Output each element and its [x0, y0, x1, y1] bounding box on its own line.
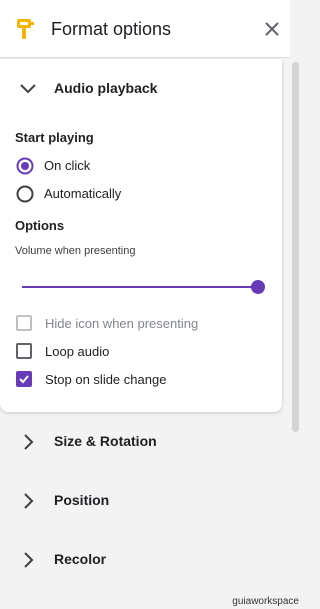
radio-on-click[interactable]: On click	[16, 155, 216, 177]
chevron-right-icon	[24, 493, 34, 509]
section-title: Position	[54, 492, 110, 508]
radio-selected-icon	[16, 157, 34, 175]
volume-slider[interactable]	[22, 279, 267, 295]
start-playing-label: Start playing	[15, 130, 94, 145]
radio-label: On click	[44, 158, 91, 173]
section-title: Recolor	[54, 551, 107, 567]
checkbox-icon	[16, 343, 32, 359]
options-label: Options	[15, 218, 65, 233]
audio-playback-card: Audio playback Start playing On click Au…	[0, 59, 282, 412]
panel-header: Format options	[0, 0, 290, 58]
radio-automatically[interactable]: Automatically	[16, 183, 216, 205]
slider-thumb[interactable]	[251, 280, 265, 294]
checkbox-icon	[16, 315, 32, 331]
section-title: Audio playback	[54, 80, 158, 96]
position-section-header[interactable]: Position	[0, 481, 290, 521]
checkbox-label: Stop on slide change	[45, 372, 167, 387]
watermark: guiaworkspace	[232, 596, 299, 607]
chevron-down-icon	[20, 84, 36, 94]
recolor-section-header[interactable]: Recolor	[0, 540, 290, 580]
slider-track	[22, 286, 256, 288]
scrollbar-thumb[interactable]	[292, 62, 299, 432]
radio-label: Automatically	[44, 186, 122, 201]
close-icon[interactable]	[262, 19, 282, 39]
section-title: Size & Rotation	[54, 433, 157, 449]
chevron-right-icon	[24, 434, 34, 450]
radio-unselected-icon	[16, 185, 34, 203]
checkbox-checked-icon	[16, 371, 32, 387]
chevron-right-icon	[24, 552, 34, 568]
checkbox-stop-on-slide-change[interactable]: Stop on slide change	[16, 370, 236, 390]
checkbox-hide-icon[interactable]: Hide icon when presenting	[16, 314, 236, 334]
size-rotation-section-header[interactable]: Size & Rotation	[0, 422, 290, 462]
checkbox-loop-audio[interactable]: Loop audio	[16, 342, 236, 362]
checkbox-label: Hide icon when presenting	[45, 316, 199, 331]
panel-title: Format options	[51, 19, 172, 39]
format-options-panel: Format options Audio playback Start play…	[0, 0, 290, 609]
checkbox-label: Loop audio	[45, 344, 110, 359]
paint-format-icon	[17, 19, 34, 39]
volume-label: Volume when presenting	[15, 245, 136, 257]
audio-playback-section-header[interactable]: Audio playback	[0, 69, 282, 109]
scrollbar[interactable]	[290, 0, 303, 609]
